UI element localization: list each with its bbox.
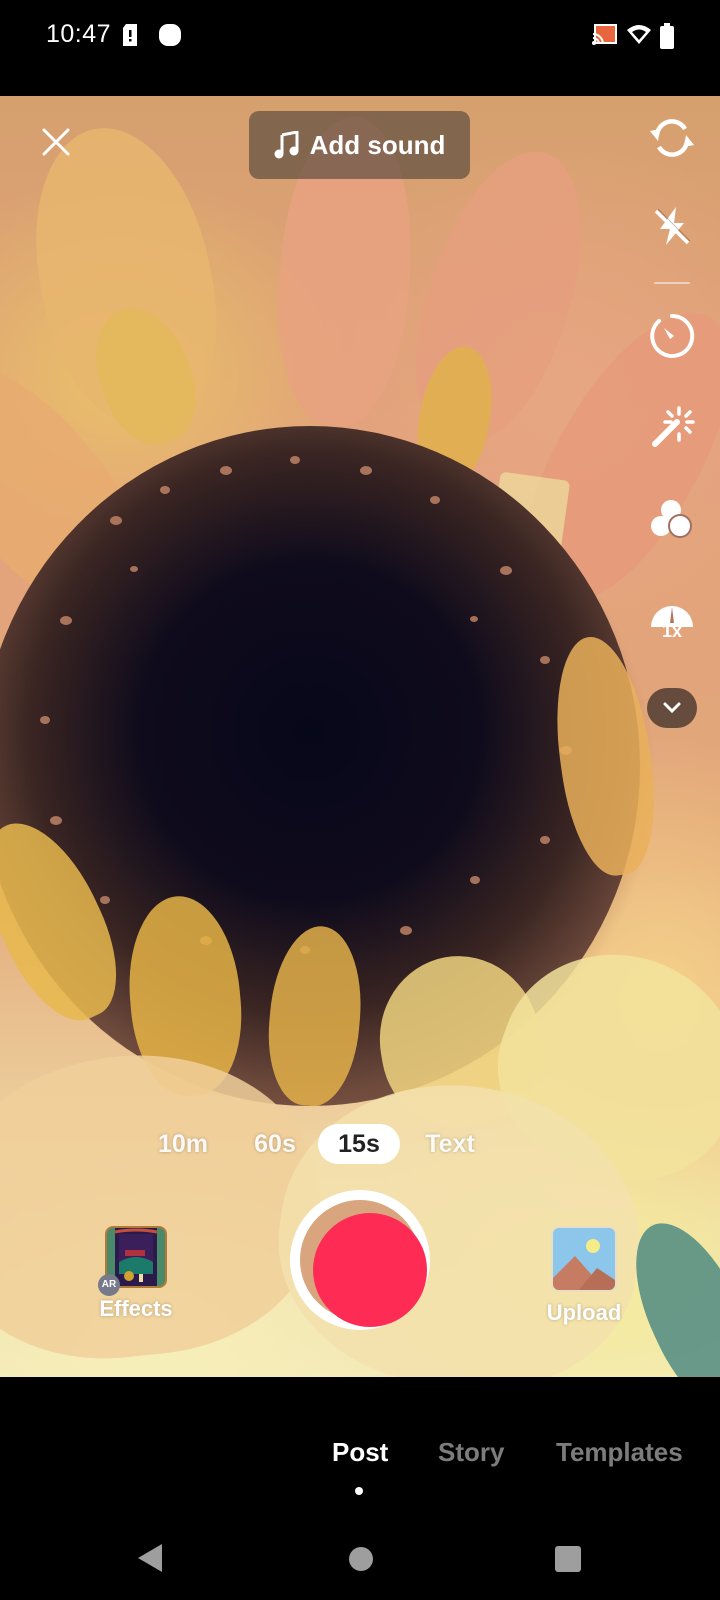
toolbar-divider [654,282,690,284]
filters-button[interactable] [640,492,704,548]
timer-icon [650,313,695,358]
seed [290,456,300,464]
home-icon [349,1547,373,1571]
seed [60,616,72,625]
gallery-icon [551,1226,617,1292]
upload-button[interactable]: Upload [544,1226,624,1326]
seed [540,656,550,664]
system-nav-bar [0,1500,720,1600]
mode-15s[interactable]: 15s [318,1124,400,1164]
flip-camera-icon [650,119,694,157]
back-icon [138,1544,162,1572]
effects-label: Effects [99,1296,173,1321]
cast-icon [592,23,618,52]
seed [540,836,550,844]
magic-wand-icon [652,406,695,447]
timer-button[interactable] [640,308,704,364]
music-note-icon [274,131,299,159]
effects-button[interactable]: AR Effects [96,1226,176,1322]
upload-label: Upload [546,1300,622,1325]
record-ring [300,1200,427,1327]
status-time: 10:47 [46,20,112,48]
seed [160,486,170,494]
seed [470,876,480,884]
enhance-button[interactable] [640,400,704,456]
flash-button[interactable] [640,198,704,254]
record-button[interactable] [290,1190,430,1330]
record-core [313,1213,427,1327]
seed [430,496,440,504]
sim-alert-icon [121,23,139,52]
bottom-tabs: Post Story Templates [0,1377,720,1500]
wifi-icon [626,23,652,52]
back-button[interactable] [136,1542,164,1579]
tab-post[interactable]: Post [332,1437,388,1468]
tab-story[interactable]: Story [438,1437,504,1468]
battery-icon [660,23,674,54]
close-button[interactable] [36,122,76,162]
status-bar: 10:47 [0,0,720,96]
ar-badge: AR [98,1274,120,1296]
active-tab-indicator [355,1487,363,1495]
filters-icon [651,500,692,538]
seed [130,566,138,572]
tab-templates[interactable]: Templates [556,1437,683,1468]
recents-button[interactable] [554,1545,582,1578]
seed [110,516,122,525]
speed-button[interactable]: 1x [640,586,704,656]
more-tools-button[interactable] [647,688,697,728]
chevron-down-icon [663,702,681,714]
close-icon [42,128,70,156]
seed [50,816,62,825]
mode-60s[interactable]: 60s [240,1124,310,1164]
flip-camera-button[interactable] [640,110,704,166]
add-sound-button[interactable]: Add sound [249,111,470,179]
home-button[interactable] [348,1546,374,1577]
recents-icon [555,1546,581,1572]
mode-10m[interactable]: 10m [150,1124,216,1164]
seed [470,616,478,622]
add-sound-label: Add sound [309,129,446,160]
speed-label: 1x [661,620,683,641]
seed [500,566,512,575]
seed [220,466,232,475]
notification-icon [158,23,182,52]
seed [100,896,110,904]
duration-mode-selector: 10m 60s 15s Text [0,1124,720,1164]
mode-text[interactable]: Text [412,1124,488,1164]
seed [400,926,412,935]
seed [40,716,50,724]
camera-viewfinder[interactable] [0,96,720,1377]
seed [360,466,372,475]
flash-off-icon [654,207,691,245]
